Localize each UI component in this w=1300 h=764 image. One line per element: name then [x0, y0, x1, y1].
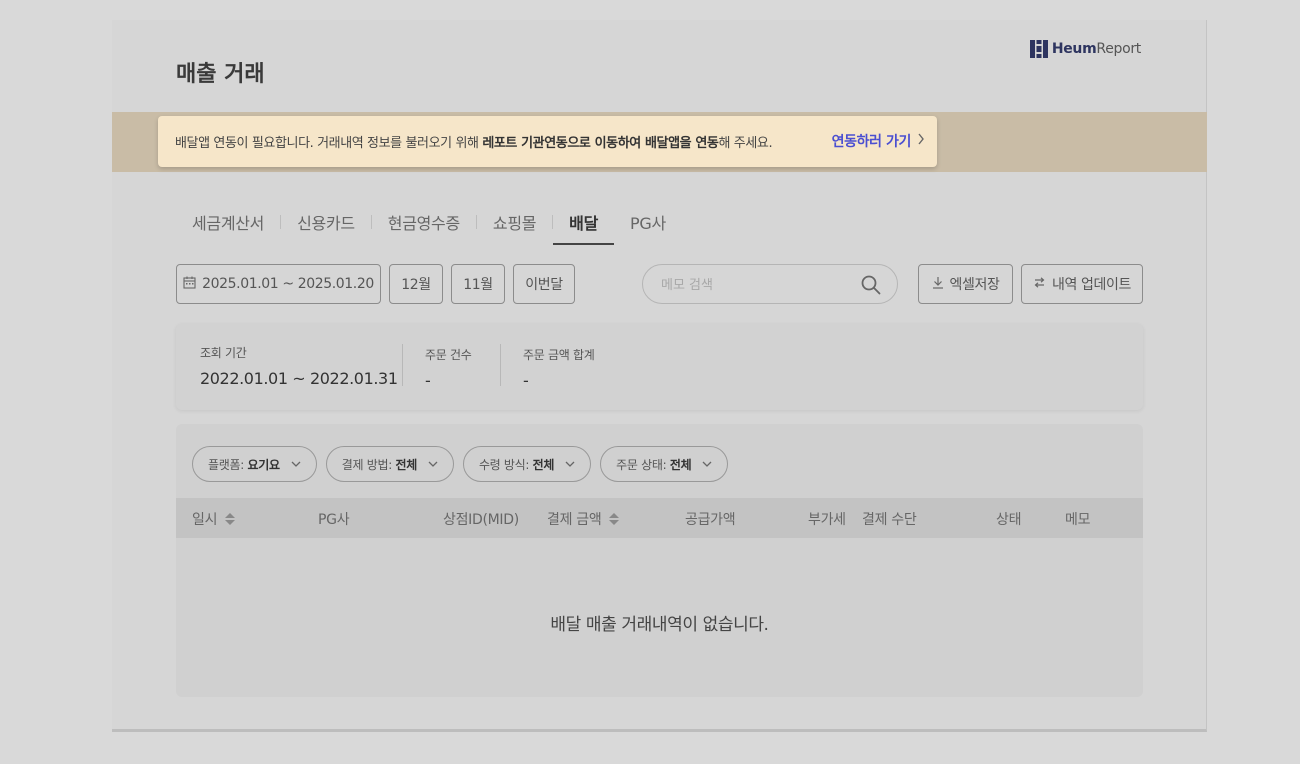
tab-pg[interactable]: PG사 [614, 198, 682, 245]
page-container: 매출 거래 HeumReport 배달앱 연동이 필요합니다. 거래내역 정보를… [112, 20, 1207, 732]
logo-mark-icon [1029, 40, 1048, 58]
order-amount-label: 주문 금액 합계 [523, 348, 595, 362]
sort-icon[interactable] [609, 513, 620, 525]
chevron-down-icon [701, 458, 713, 470]
brand-logo: HeumReport [1029, 40, 1141, 58]
search-icon[interactable] [861, 275, 881, 295]
col-merchant-id: 상점ID(MID) [443, 512, 519, 528]
pickup-method-filter[interactable]: 수령 방식: 전체 [462, 446, 592, 482]
col-memo: 메모 [1065, 512, 1091, 528]
order-amount-value: - [523, 371, 529, 390]
chevron-down-icon [564, 458, 576, 470]
date-range-picker[interactable]: 2025.01.01 ~ 2025.01.20 [176, 264, 381, 304]
integration-notice-banner: 배달앱 연동이 필요합니다. 거래내역 정보를 불러오기 위해 레포트 기관연동… [158, 116, 937, 167]
payment-method-filter[interactable]: 결제 방법: 전체 [325, 446, 454, 482]
summary-order-amount: 주문 금액 합계 - [523, 346, 595, 390]
excel-export-button[interactable]: 엑셀저장 [918, 264, 1013, 304]
pickup-method-filter-text: 수령 방식: 전체 [478, 457, 555, 472]
update-history-button[interactable]: 내역 업데이트 [1021, 264, 1143, 304]
col-vat: 부가세 [808, 512, 846, 528]
col-status: 상태 [996, 512, 1022, 528]
order-status-filter-text: 주문 상태: 전체 [616, 457, 692, 472]
chevron-down-icon [290, 458, 302, 470]
empty-state-message: 배달 매출 거래내역이 없습니다. [550, 615, 769, 635]
tab-cash-receipt[interactable]: 현금영수증 [372, 198, 476, 245]
toolbar: 2025.01.01 ~ 2025.01.20 12월 11월 이번달 엑셀저장… [176, 264, 1143, 304]
platform-filter[interactable]: 플랫폼: 요기요 [192, 446, 317, 482]
tab-shopping-mall[interactable]: 쇼핑몰 [477, 198, 552, 245]
col-payment-method: 결제 수단 [862, 512, 917, 528]
calendar-icon [183, 276, 196, 293]
go-integrate-link[interactable]: 연동하러 가기 [832, 131, 925, 151]
update-history-label: 내역 업데이트 [1052, 277, 1131, 293]
summary-card: 조회 기간 2022.01.01 ~ 2022.01.31 주문 건수 - 주문… [176, 324, 1143, 410]
summary-divider [500, 344, 501, 386]
period-label: 조회 기간 [200, 346, 247, 360]
category-tabs: 세금계산서 신용카드 현금영수증 쇼핑몰 배달 PG사 [176, 198, 682, 245]
order-status-filter[interactable]: 주문 상태: 전체 [600, 446, 729, 482]
chevron-down-icon [427, 458, 439, 470]
payment-method-filter-text: 결제 방법: 전체 [341, 457, 418, 472]
order-count-label: 주문 건수 [425, 348, 472, 362]
col-datetime-label: 일시 [192, 512, 218, 528]
tab-tax-invoice[interactable]: 세금계산서 [176, 198, 280, 245]
order-count-value: - [425, 371, 431, 390]
tab-credit-card[interactable]: 신용카드 [281, 198, 371, 245]
col-payment-amount-label: 결제 금액 [547, 512, 602, 528]
summary-divider [402, 344, 403, 386]
refresh-arrows-icon [1033, 276, 1046, 293]
page-header: 매출 거래 HeumReport [112, 20, 1207, 112]
col-payment-amount: 결제 금액 [547, 509, 620, 529]
memo-search-input[interactable] [661, 275, 851, 295]
summary-order-count: 주문 건수 - [425, 346, 472, 390]
table-header: 일시 PG사 상점ID(MID) 결제 금액 공급가액 부가세 결제 수단 상태… [176, 498, 1143, 538]
chevron-right-icon [917, 133, 925, 149]
summary-period: 조회 기간 2022.01.01 ~ 2022.01.31 [200, 344, 398, 388]
col-datetime: 일시 [192, 509, 236, 529]
platform-filter-text: 플랫폼: 요기요 [208, 457, 280, 472]
excel-export-label: 엑셀저장 [949, 277, 1000, 293]
logo-text: HeumReport [1051, 41, 1141, 57]
quick-range-december-button[interactable]: 12월 [389, 264, 443, 304]
date-range-value: 2025.01.01 ~ 2025.01.20 [202, 276, 374, 292]
col-supply-value: 공급가액 [685, 512, 736, 528]
transaction-list: 플랫폼: 요기요 결제 방법: 전체 수령 방식: 전체 주문 상태: 전체 일… [176, 424, 1143, 697]
period-value: 2022.01.01 ~ 2022.01.31 [200, 369, 398, 388]
page-title: 매출 거래 [176, 62, 265, 87]
memo-search-box [642, 264, 898, 304]
quick-range-november-button[interactable]: 11월 [451, 264, 505, 304]
filter-bar: 플랫폼: 요기요 결제 방법: 전체 수령 방식: 전체 주문 상태: 전체 [192, 446, 729, 482]
go-integrate-label: 연동하러 가기 [831, 134, 912, 150]
quick-range-this-month-button[interactable]: 이번달 [513, 264, 575, 304]
tab-delivery[interactable]: 배달 [553, 198, 615, 245]
sort-icon[interactable] [225, 513, 236, 525]
banner-message: 배달앱 연동이 필요합니다. 거래내역 정보를 불러오기 위해 레포트 기관연동… [175, 136, 773, 151]
download-icon [932, 276, 944, 293]
col-pg: PG사 [318, 512, 350, 528]
